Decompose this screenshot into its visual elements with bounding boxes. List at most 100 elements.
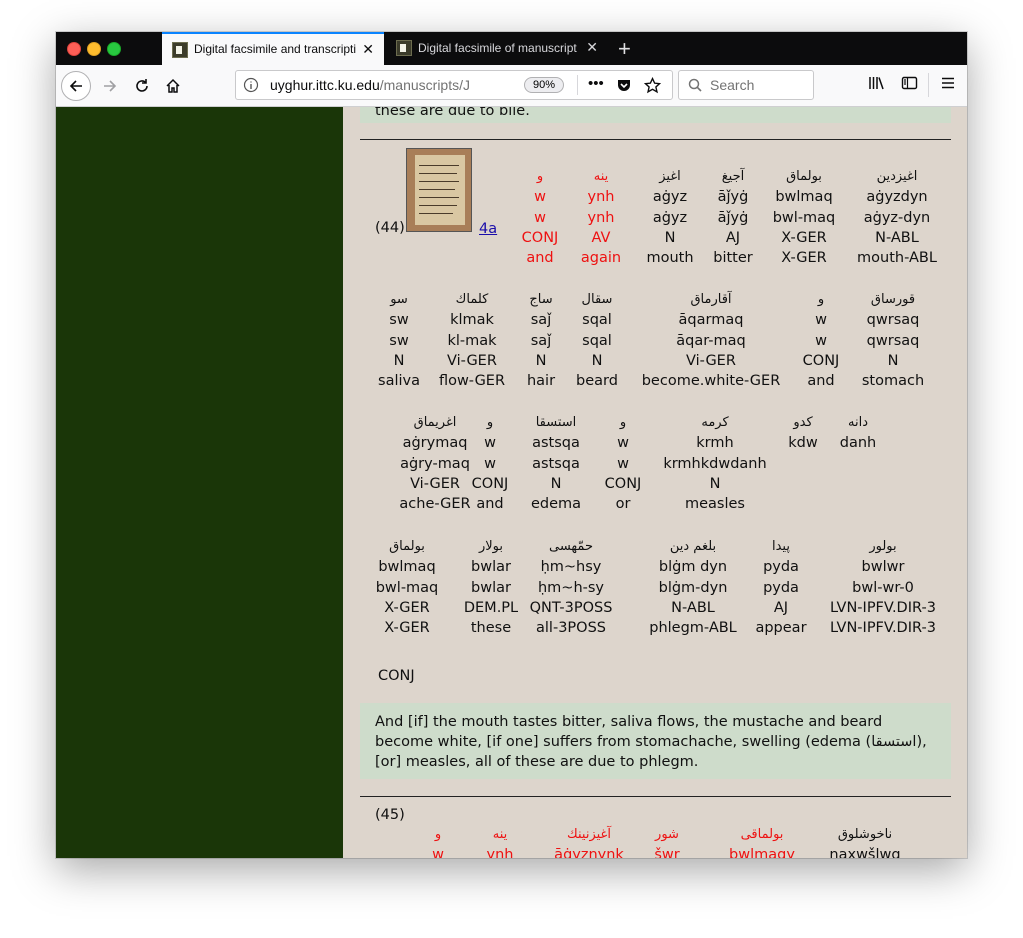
bookmark-star-icon[interactable] bbox=[644, 77, 661, 94]
search-box[interactable]: Search bbox=[678, 70, 814, 100]
back-button[interactable] bbox=[60, 65, 92, 106]
minimize-window-button[interactable] bbox=[87, 42, 101, 56]
tab-active[interactable]: Digital facsimile and transcription ✕ bbox=[162, 32, 384, 65]
gloss-token: و w w CONJ and bbox=[803, 290, 840, 391]
token-transliteration: krmh bbox=[696, 435, 734, 452]
token-gloss: Vi-GER bbox=[447, 352, 497, 369]
pocket-icon[interactable] bbox=[616, 77, 632, 93]
new-tab-button[interactable]: + bbox=[618, 36, 631, 62]
forward-button[interactable] bbox=[96, 65, 124, 106]
token-translation-gloss: again bbox=[580, 250, 622, 267]
reload-icon bbox=[136, 78, 148, 92]
token-gloss: N bbox=[664, 229, 676, 246]
navigation-toolbar: uyghur.ittc.ku.edu/manuscripts/J 90% •••… bbox=[56, 65, 967, 107]
token-gloss: CONJ bbox=[471, 475, 509, 492]
token-arabic-script: كرمه bbox=[701, 415, 729, 430]
divider bbox=[577, 75, 578, 95]
gloss-token: پيدا pyda pyda AJ appear bbox=[755, 537, 806, 638]
token-arabic-script: اغريماق bbox=[413, 415, 457, 430]
zoom-indicator[interactable]: 90% bbox=[524, 77, 565, 93]
token-arabic-script: كلماك bbox=[455, 292, 489, 307]
token-translation-gloss: and bbox=[807, 373, 835, 390]
token-translation-gloss: beard bbox=[576, 373, 618, 390]
token-gloss: Vi-GER bbox=[686, 352, 736, 369]
token-gloss: X-GER bbox=[781, 229, 827, 246]
manuscript-thumbnail[interactable] bbox=[406, 148, 472, 232]
reload-button[interactable] bbox=[128, 65, 156, 106]
token-gloss: CONJ bbox=[802, 352, 840, 369]
gloss-token: وw bbox=[432, 825, 444, 858]
token-transliteration: naxwšlwq bbox=[829, 847, 901, 858]
manuscript-page-link[interactable]: 4a bbox=[479, 221, 497, 237]
token-gloss: CONJ bbox=[604, 475, 642, 492]
token-translation-gloss: or bbox=[615, 496, 631, 513]
gloss-token: كرمه krmh krmhkdwdanh Nmeasles bbox=[663, 413, 766, 514]
token-segmentation: sqal bbox=[582, 332, 612, 349]
token-segmentation: bwlar bbox=[471, 579, 511, 596]
gloss-token: بولماق bwlmaq bwl-maq X-GER X-GER bbox=[773, 167, 836, 268]
token-transliteration: w bbox=[432, 847, 444, 858]
tab-close-icon[interactable]: ✕ bbox=[586, 39, 598, 56]
token-arabic-script: كدو bbox=[793, 415, 813, 430]
token-arabic-script: بولماق bbox=[389, 539, 425, 554]
gloss-token: سو sw sw Nsaliva bbox=[378, 290, 420, 391]
token-transliteration: āqarmaq bbox=[678, 312, 744, 329]
tab-inactive[interactable]: Digital facsimile of manuscript J ✕ bbox=[386, 32, 608, 65]
gloss-token: بولور bwlwr bwl-wr-0 LVN-IPFV.DIR-3 LVN-IPFV… bbox=[830, 537, 936, 638]
token-transliteration: w bbox=[617, 435, 629, 452]
gloss-token: دانه danh bbox=[840, 413, 876, 514]
token-translation-gloss: ache-GER bbox=[399, 496, 471, 513]
info-icon[interactable] bbox=[243, 77, 259, 93]
sidebar-toggle-icon[interactable] bbox=[901, 75, 918, 91]
token-arabic-script: بولار bbox=[478, 539, 504, 554]
tab-title: Digital facsimile of manuscript J bbox=[418, 41, 580, 55]
gloss-token: ينه ynh ynh AV again bbox=[581, 167, 621, 268]
gloss-token: بلغم دين blġm dyn blġm-dyn N-ABL phlegm-ABL bbox=[649, 537, 737, 638]
token-transliteration: w bbox=[484, 435, 496, 452]
home-button[interactable] bbox=[159, 65, 187, 106]
close-window-button[interactable] bbox=[67, 42, 81, 56]
url-path: /manuscripts/J bbox=[379, 77, 470, 93]
token-translation-gloss: and bbox=[526, 250, 554, 267]
gloss-token: بولماق bwlmaq bwl-maq X-GER X-GER bbox=[376, 537, 439, 638]
page-sidebar bbox=[56, 107, 343, 858]
token-translation-gloss: these bbox=[470, 620, 512, 637]
token-transliteration: aġyz bbox=[652, 189, 688, 206]
token-transliteration: aġyzdyn bbox=[866, 189, 928, 206]
token-segmentation: w bbox=[484, 455, 496, 472]
token-translation-gloss: mouth bbox=[646, 250, 694, 267]
token-transliteration: bwlmaq bbox=[378, 559, 436, 576]
token-transliteration: šwr bbox=[654, 847, 680, 858]
gloss-token: قورساق qwrsaq qwrsaq Nstomach bbox=[862, 290, 924, 391]
zoom-window-button[interactable] bbox=[107, 42, 121, 56]
token-arabic-script: پيدا bbox=[772, 539, 790, 554]
token-gloss: LVN-IPFV.DIR-3 bbox=[830, 599, 936, 616]
search-icon bbox=[688, 78, 702, 92]
page-actions-menu-icon[interactable]: ••• bbox=[588, 75, 604, 92]
token-arabic-script: سو bbox=[390, 292, 408, 307]
token-arabic-script: استسقا bbox=[535, 415, 577, 430]
gloss-token: كلماك klmak kl-mak Vi-GER flow-GER bbox=[439, 290, 505, 391]
gloss-token: ينه ynh bbox=[487, 825, 514, 858]
token-translation-gloss bbox=[840, 494, 876, 514]
url-text[interactable]: uyghur.ittc.ku.edu/manuscripts/J bbox=[270, 77, 482, 93]
token-segmentation bbox=[788, 454, 817, 474]
token-transliteration: ynh bbox=[587, 189, 615, 206]
token-translation-gloss: X-GER bbox=[781, 250, 827, 267]
library-icon[interactable] bbox=[868, 75, 885, 91]
token-arabic-script: و bbox=[486, 415, 494, 430]
token-translation-gloss: and bbox=[476, 496, 504, 513]
search-placeholder: Search bbox=[710, 77, 755, 93]
token-transliteration: astsqa bbox=[532, 435, 580, 452]
gloss-token: آجيغ āǰyġ āǰyġ AJ bitter bbox=[713, 167, 753, 268]
hamburger-menu-icon[interactable] bbox=[940, 75, 956, 91]
token-transliteration: danh bbox=[839, 435, 877, 452]
token-segmentation: w bbox=[815, 332, 827, 349]
token-transliteration: bwlwr bbox=[861, 559, 905, 576]
token-transliteration: āǰyġ bbox=[717, 189, 749, 206]
tab-close-icon[interactable]: ✕ bbox=[362, 41, 374, 58]
entry-number: (44) bbox=[375, 220, 405, 236]
address-bar[interactable]: uyghur.ittc.ku.edu/manuscripts/J 90% ••• bbox=[235, 70, 673, 100]
token-transliteration: w bbox=[534, 189, 546, 206]
token-arabic-script: و bbox=[619, 415, 627, 430]
